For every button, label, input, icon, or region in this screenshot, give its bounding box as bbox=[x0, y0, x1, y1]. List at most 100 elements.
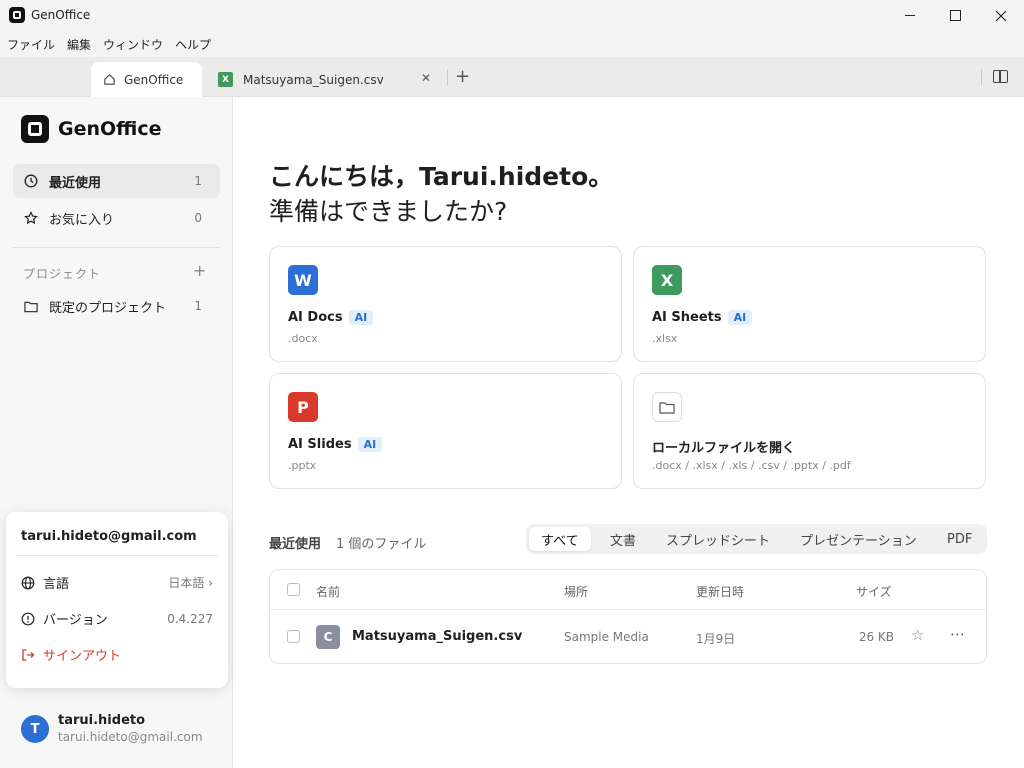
account-email: tarui.hideto@gmail.com bbox=[21, 529, 197, 544]
greeting-title: こんにちは，Tarui.hideto。 bbox=[269, 162, 614, 191]
signout-label: サインアウト bbox=[43, 649, 122, 664]
word-icon: W bbox=[288, 265, 318, 295]
title-bar: GenOffice bbox=[0, 0, 1024, 31]
tab-csv-label: Matsuyama_Suigen.csv bbox=[243, 72, 384, 87]
user-email: tarui.hideto@gmail.com bbox=[58, 730, 203, 744]
menu-bar: ファイル 編集 ウィンドウ ヘルプ bbox=[0, 31, 1024, 57]
card-extension: .docx / .xlsx / .xls / .csv / .pptx / .p… bbox=[652, 459, 851, 472]
new-tab-button[interactable]: + bbox=[455, 66, 470, 87]
star-icon bbox=[24, 211, 38, 225]
column-header-size[interactable]: サイズ bbox=[856, 583, 892, 600]
spreadsheet-icon: X bbox=[218, 72, 233, 87]
column-header-modified[interactable]: 更新日時 bbox=[696, 583, 744, 600]
file-name[interactable]: Matsuyama_Suigen.csv bbox=[352, 629, 522, 644]
project-count: 1 bbox=[194, 299, 202, 313]
filter-spreadsheets[interactable]: スプレッドシート bbox=[654, 527, 782, 551]
menu-window[interactable]: ウィンドウ bbox=[103, 36, 163, 53]
home-icon bbox=[104, 74, 115, 85]
tab-close-icon[interactable]: ✕ bbox=[421, 71, 431, 85]
folder-icon bbox=[24, 299, 38, 313]
file-table: 名前 場所 更新日時 サイズ C Matsuyama_Suigen.csv Sa… bbox=[269, 569, 987, 664]
tab-home[interactable]: GenOffice bbox=[91, 62, 202, 97]
tab-bar: GenOffice X Matsuyama_Suigen.csv ✕ + bbox=[0, 57, 1024, 97]
sidebar-item-recent[interactable]: 最近使用 1 bbox=[13, 164, 220, 198]
column-header-name[interactable]: 名前 bbox=[316, 583, 340, 600]
open-local-file-card[interactable]: ローカルファイルを開く .docx / .xlsx / .xls / .csv … bbox=[633, 373, 986, 489]
folder-icon bbox=[652, 392, 682, 422]
card-title: AI Slides AI bbox=[288, 437, 383, 452]
tab-csv-file[interactable]: X Matsuyama_Suigen.csv bbox=[212, 62, 444, 97]
signout-icon bbox=[21, 648, 35, 662]
filter-documents[interactable]: 文書 bbox=[598, 527, 648, 551]
file-count: 1 個のファイル bbox=[336, 537, 427, 552]
powerpoint-icon: P bbox=[288, 392, 318, 422]
tab-home-label: GenOffice bbox=[124, 72, 184, 87]
projects-heading: プロジェクト bbox=[23, 267, 102, 281]
ai-badge: AI bbox=[348, 310, 374, 325]
user-name: tarui.hideto bbox=[58, 713, 146, 728]
file-location: Sample Media bbox=[564, 630, 649, 644]
ai-docs-card[interactable]: W AI Docs AI .docx bbox=[269, 246, 622, 362]
sidebar-item-label: 最近使用 bbox=[49, 175, 102, 191]
close-window-button[interactable] bbox=[978, 0, 1024, 31]
language-menu-item[interactable]: 言語 日本語 › bbox=[21, 573, 213, 592]
minimize-button[interactable] bbox=[887, 0, 933, 31]
filter-pdf[interactable]: PDF bbox=[935, 527, 984, 551]
window-title: GenOffice bbox=[31, 8, 91, 22]
sidebar-toggle-icon[interactable] bbox=[993, 70, 1008, 83]
card-extension: .docx bbox=[288, 332, 318, 345]
account-divider bbox=[16, 555, 218, 556]
recent-count: 1 bbox=[194, 174, 202, 188]
more-options-icon[interactable]: ⋯ bbox=[950, 625, 965, 643]
version-menu-item: バージョン 0.4.227 bbox=[21, 609, 213, 628]
account-menu: tarui.hideto@gmail.com 言語 日本語 › バージョン 0.… bbox=[6, 512, 228, 688]
favorites-count: 0 bbox=[194, 211, 202, 225]
card-extension: .xlsx bbox=[652, 332, 678, 345]
select-all-checkbox[interactable] bbox=[287, 583, 300, 596]
sidebar-item-default-project[interactable]: 既定のプロジェクト 1 bbox=[13, 289, 220, 323]
recent-heading: 最近使用 bbox=[269, 537, 322, 552]
ai-sheets-card[interactable]: X AI Sheets AI .xlsx bbox=[633, 246, 986, 362]
add-project-button[interactable]: + bbox=[193, 261, 206, 280]
globe-icon bbox=[21, 576, 35, 590]
sidebar-divider bbox=[13, 247, 220, 248]
language-label: 言語 bbox=[43, 577, 70, 592]
csv-file-icon: C bbox=[316, 625, 340, 649]
greeting-subtitle: 準備はできましたか? bbox=[269, 197, 508, 226]
file-modified: 1月9日 bbox=[696, 632, 736, 646]
favorite-star-icon[interactable]: ☆ bbox=[911, 626, 924, 644]
card-title: AI Docs AI bbox=[288, 310, 374, 325]
row-checkbox[interactable] bbox=[287, 630, 300, 643]
app-logo-icon bbox=[9, 7, 25, 23]
menu-edit[interactable]: 編集 bbox=[67, 36, 91, 53]
column-header-location[interactable]: 場所 bbox=[564, 583, 588, 600]
tab-divider bbox=[447, 69, 448, 85]
sidebar-item-label: 既定のプロジェクト bbox=[49, 300, 167, 316]
table-row[interactable]: C Matsuyama_Suigen.csv Sample Media 1月9日… bbox=[270, 610, 986, 663]
menu-help[interactable]: ヘルプ bbox=[175, 36, 211, 53]
sidebar-item-favorites[interactable]: お気に入り 0 bbox=[13, 201, 220, 235]
ai-badge: AI bbox=[357, 437, 383, 452]
close-icon bbox=[995, 10, 1007, 21]
info-icon bbox=[21, 612, 35, 626]
signout-button[interactable]: サインアウト bbox=[21, 645, 213, 664]
file-filter-bar: すべて 文書 スプレッドシート プレゼンテーション PDF bbox=[526, 524, 987, 554]
genoffice-logo-icon bbox=[21, 115, 49, 143]
clock-icon bbox=[24, 174, 38, 188]
maximize-button[interactable] bbox=[932, 0, 978, 31]
menu-file[interactable]: ファイル bbox=[7, 36, 55, 53]
version-value: 0.4.227 bbox=[167, 611, 213, 626]
tab-divider bbox=[981, 69, 982, 85]
sidebar-logo-text: GenOffice bbox=[58, 118, 162, 140]
language-value: 日本語 › bbox=[168, 576, 213, 590]
filter-all[interactable]: すべて bbox=[529, 527, 591, 551]
card-title: AI Sheets AI bbox=[652, 310, 753, 325]
chevron-right-icon: › bbox=[208, 576, 213, 590]
card-extension: .pptx bbox=[288, 459, 317, 472]
version-label: バージョン bbox=[43, 613, 108, 628]
user-avatar[interactable]: T bbox=[21, 715, 49, 743]
ai-slides-card[interactable]: P AI Slides AI .pptx bbox=[269, 373, 622, 489]
file-size: 26 KB bbox=[858, 630, 894, 644]
filter-presentations[interactable]: プレゼンテーション bbox=[788, 527, 929, 551]
card-title: ローカルファイルを開く bbox=[652, 441, 796, 456]
